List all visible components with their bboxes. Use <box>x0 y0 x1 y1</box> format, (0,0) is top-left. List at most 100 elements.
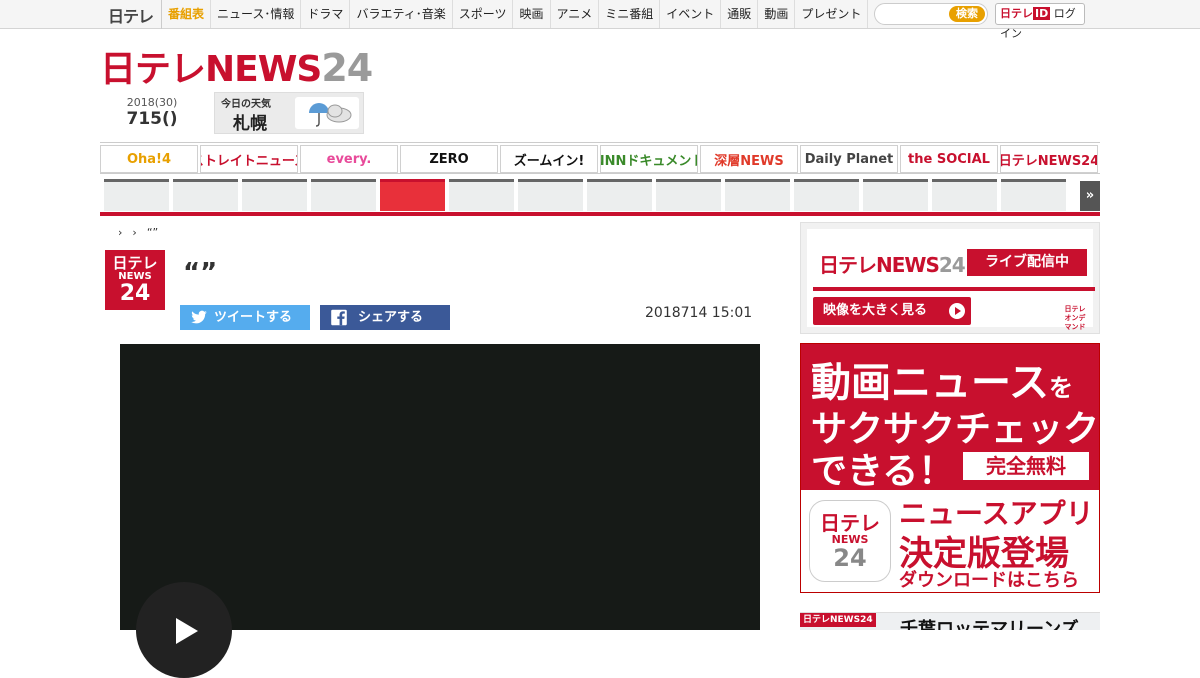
watch-fullscreen-button[interactable]: 映像を大きく見る <box>813 297 971 325</box>
program-banner[interactable]: 日テレNEWS24 <box>1000 145 1098 173</box>
program-banner-label: Oha!4 <box>126 151 172 167</box>
global-nav-item[interactable]: スポーツ <box>453 0 514 28</box>
global-nav-item[interactable]: ドラマ <box>301 0 351 28</box>
program-banner[interactable]: NNNドキュメント <box>600 145 698 173</box>
category-tab[interactable] <box>380 179 445 211</box>
breadcrumb-item[interactable]: › <box>132 226 136 239</box>
category-tab[interactable] <box>449 179 514 211</box>
play-button[interactable] <box>136 582 232 678</box>
live-stream-box: 日テレNEWS24 ライブ配信中 映像を大きく見る 日テレ オンデマンド <box>800 222 1100 334</box>
program-banner-label: ストレイトニュース <box>201 153 297 169</box>
category-tab[interactable] <box>863 179 928 211</box>
news-app-banner[interactable]: 動画ニュースを サクサクチェック できる！ 完全無料 日テレ NEWS 24 ニ… <box>800 343 1100 593</box>
category-tab[interactable] <box>518 179 583 211</box>
article-title: “” <box>183 258 218 288</box>
global-nav-item[interactable]: ニュース･情報 <box>211 0 302 28</box>
login-button[interactable]: 日テレ ID ログイン <box>995 3 1085 40</box>
program-banner-label: ZERO <box>429 151 469 167</box>
logo-text-gray: 24 <box>321 46 373 90</box>
marines-banner-logo: 日テレNEWS24 <box>800 613 876 627</box>
logo-line-bottom: 24 <box>119 281 151 306</box>
global-nav-item[interactable]: アニメ <box>551 0 600 28</box>
program-banner-label: 深層NEWS <box>714 153 784 169</box>
category-tab[interactable] <box>104 179 169 211</box>
date-year: 2018(30) <box>126 96 178 109</box>
global-nav-item[interactable]: 通販 <box>721 0 759 28</box>
program-banner-label: NNNドキュメント <box>601 153 698 169</box>
category-tab[interactable] <box>587 179 652 211</box>
global-nav-item[interactable]: プレゼント <box>795 0 869 28</box>
ntv-logo-text: 日テレ <box>108 7 154 26</box>
global-nav-item[interactable]: 映画 <box>513 0 551 28</box>
weather-label: 今日の天気 <box>221 99 271 110</box>
program-banner-label: ズームイン! <box>513 153 585 169</box>
app-icon-line-1: 日テレ <box>820 511 880 535</box>
breadcrumb-item: “” <box>146 226 159 239</box>
program-banner-label: 日テレNEWS24 <box>1000 153 1098 169</box>
program-banner[interactable]: ZERO <box>400 145 498 173</box>
category-tab[interactable] <box>311 179 376 211</box>
program-banner[interactable]: Daily Planet <box>800 145 898 173</box>
breadcrumb: › › “” <box>118 226 158 239</box>
twitter-icon <box>191 310 207 324</box>
video-player[interactable] <box>120 344 760 678</box>
ntv-id-logo: 日テレ <box>1000 7 1033 20</box>
category-tab[interactable] <box>656 179 721 211</box>
free-badge: 完全無料 <box>963 452 1089 480</box>
global-nav-item[interactable]: 番組表 <box>162 0 212 28</box>
program-banner[interactable]: ズームイン! <box>500 145 598 173</box>
news24-logo[interactable]: 日テレNEWS 24 <box>100 40 373 90</box>
app-icon: 日テレ NEWS 24 <box>809 500 891 582</box>
marines-banner[interactable]: 日テレNEWS24 千葉ロッテマリーンズ <box>800 612 1100 630</box>
program-banner[interactable]: Oha!4 <box>100 145 198 173</box>
category-tab[interactable] <box>173 179 238 211</box>
live-badge[interactable]: ライブ配信中 <box>967 249 1087 276</box>
category-tab[interactable] <box>725 179 790 211</box>
program-banner[interactable]: every. <box>300 145 398 173</box>
play-icon <box>176 618 198 644</box>
global-nav-item[interactable]: ミニ番組 <box>599 0 661 28</box>
divider <box>813 287 1095 291</box>
date-month-day: 715() <box>126 109 178 129</box>
category-tab[interactable] <box>1001 179 1066 211</box>
search-button[interactable]: 検索 <box>949 6 985 22</box>
weather-city: 札幌 <box>233 114 267 134</box>
live-news24-logo[interactable]: 日テレNEWS24 <box>819 249 966 278</box>
arrow-right-icon <box>949 303 965 319</box>
tabs-more-button[interactable]: » <box>1080 181 1100 211</box>
facebook-share-button[interactable]: シェアする <box>320 305 450 330</box>
live-logo-red: 日テレNEWS <box>819 253 940 277</box>
weather-widget[interactable]: 今日の天気 札幌 <box>214 92 364 134</box>
program-banner-label: Daily Planet <box>804 151 894 167</box>
tweet-label: ツイートする <box>214 310 293 325</box>
app-headline-3: できる！ <box>811 451 955 492</box>
category-tab[interactable] <box>932 179 997 211</box>
watch-label: 映像を大きく見る <box>823 303 928 318</box>
live-logo-gray: 24 <box>938 253 966 277</box>
program-banner[interactable]: 深層NEWS <box>700 145 798 173</box>
app-icon-line-3: 24 <box>833 544 867 572</box>
search-input[interactable] <box>881 6 945 22</box>
facebook-icon <box>331 309 347 326</box>
category-tab[interactable] <box>794 179 859 211</box>
global-nav-item[interactable]: 動画 <box>758 0 796 28</box>
global-nav-item[interactable]: イベント <box>660 0 722 28</box>
global-nav-item[interactable]: バラエティ･音楽 <box>350 0 453 28</box>
app-download-link: ダウンロードはこちら <box>899 570 1079 591</box>
date-display: 2018(30) 715() <box>122 96 182 129</box>
tweet-button[interactable]: ツイートする <box>180 305 310 330</box>
ntv-logo[interactable]: 日テレ <box>108 0 162 29</box>
logo-line-top: 日テレ <box>112 254 158 272</box>
breadcrumb-item[interactable]: › <box>118 226 122 239</box>
ntv-ondemand-logo[interactable]: 日テレ オンデマンド <box>1063 305 1087 331</box>
umbrella-cloud-icon <box>295 97 359 129</box>
program-banner[interactable]: ストレイトニュース <box>200 145 298 173</box>
search-box: 検索 <box>874 3 988 25</box>
global-nav: 日テレ 番組表 ニュース･情報 ドラマ バラエティ･音楽 スポーツ 映画 アニメ ミニ番組 イベ… <box>0 0 1200 40</box>
program-banner[interactable]: the SOCIAL <box>900 145 998 173</box>
app-headline-1-suffix: を <box>1049 374 1073 402</box>
category-tab[interactable] <box>242 179 307 211</box>
app-banner-top: 動画ニュースを サクサクチェック できる！ 完全無料 <box>801 344 1099 492</box>
app-banner-bottom: 日テレ NEWS 24 ニュースアプリ 決定版登場 ダウンロードはこちら <box>801 490 1099 592</box>
news24-program-logo: 日テレ NEWS 24 <box>105 250 165 310</box>
